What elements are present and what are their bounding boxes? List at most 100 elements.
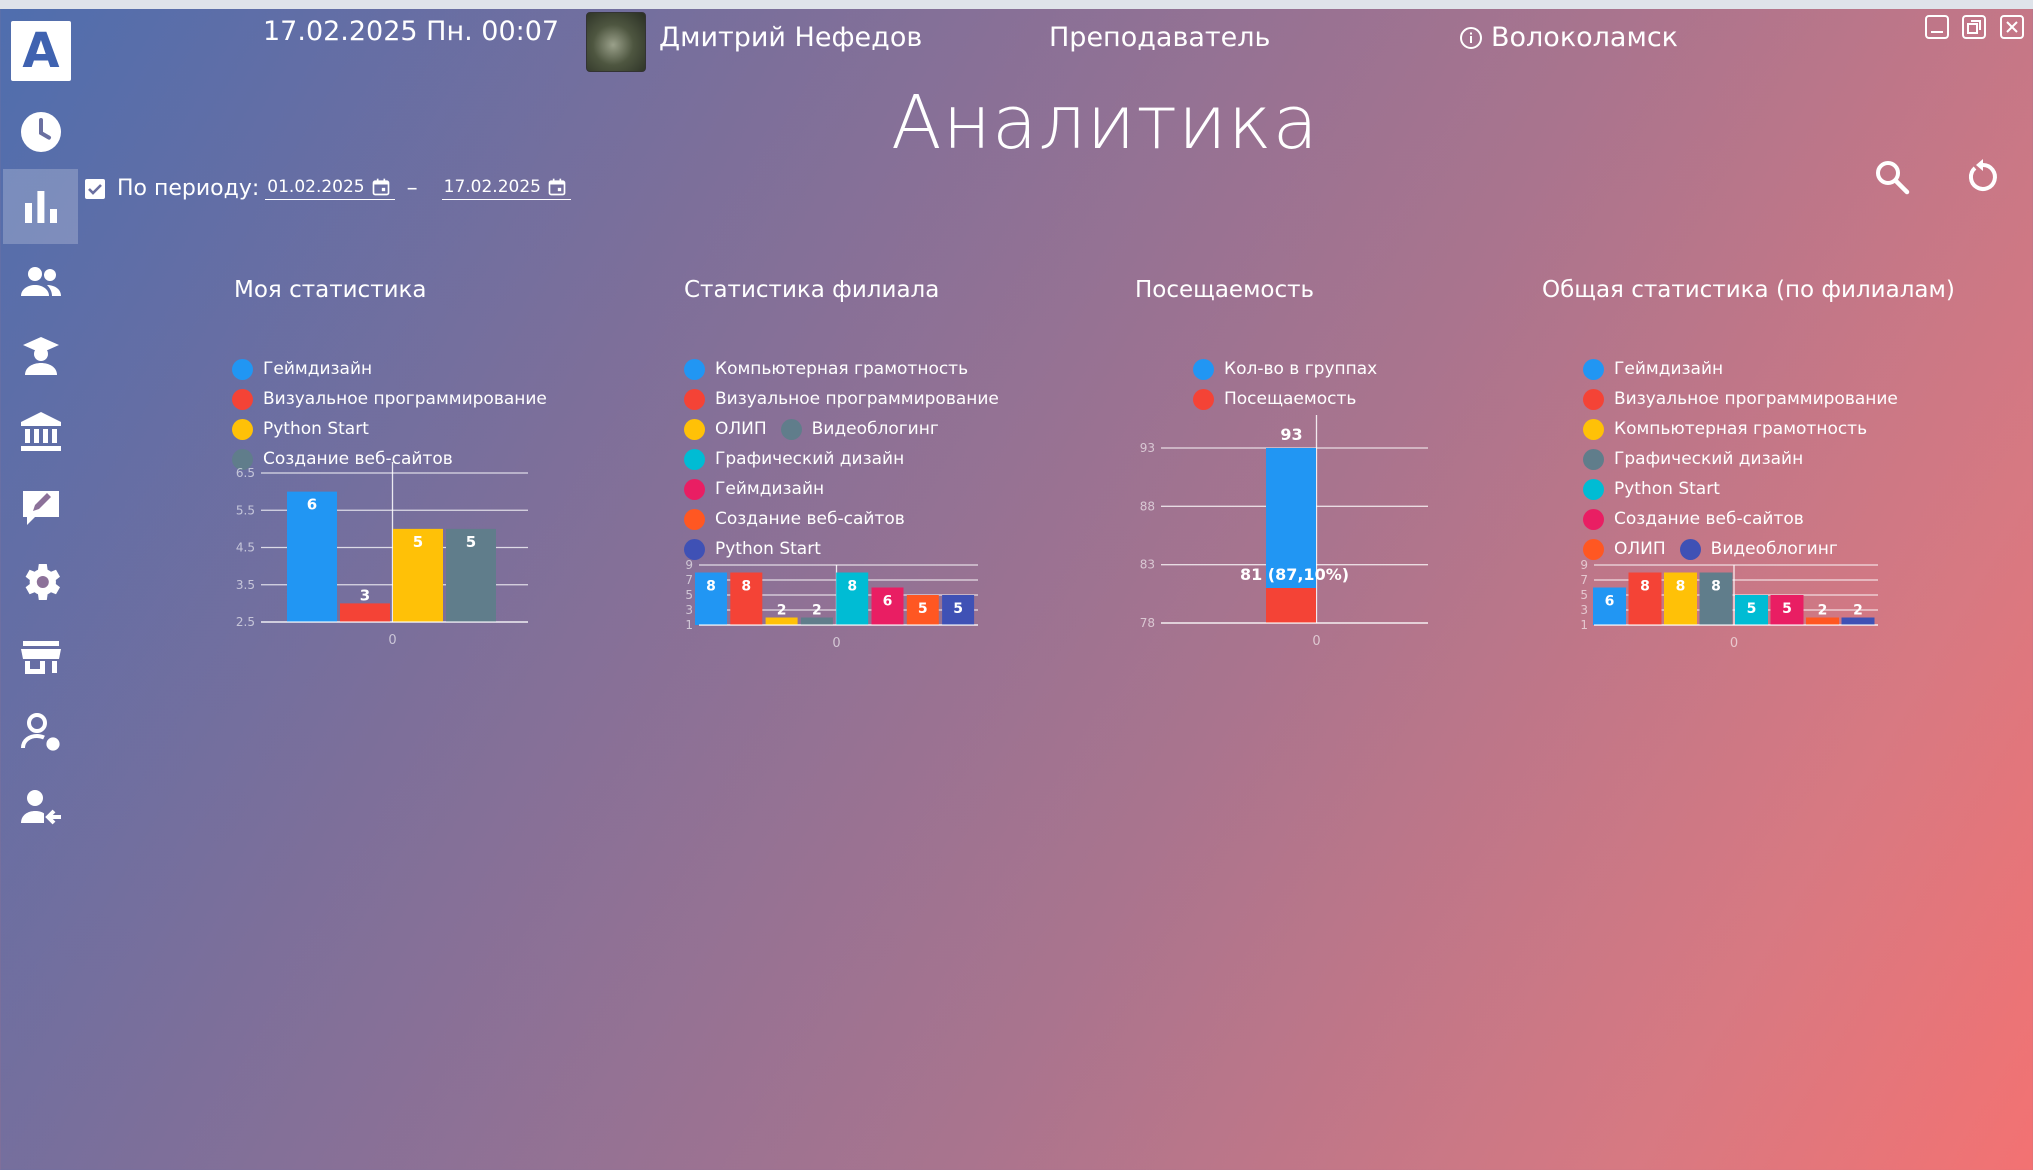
branch-selector[interactable]: Волоколамск xyxy=(1459,22,1678,53)
legend-label: Визуальное программирование xyxy=(263,389,547,409)
y-tick-label: 5 xyxy=(685,588,693,602)
legend-item[interactable]: Создание веб-сайтов xyxy=(682,504,999,534)
refresh-button[interactable] xyxy=(1963,157,2003,197)
y-tick-label: 5 xyxy=(1580,588,1588,602)
legend-item[interactable]: Визуальное программирование xyxy=(230,384,547,414)
user-name[interactable]: Дмитрий Нефедов xyxy=(659,22,922,53)
x-tick-label: 0 xyxy=(1312,634,1320,649)
bar xyxy=(765,617,798,625)
y-tick-label: 78 xyxy=(1140,616,1155,630)
legend-label: Графический дизайн xyxy=(715,449,905,469)
legend-swatch xyxy=(684,448,705,470)
gear-icon xyxy=(25,563,60,600)
legend-swatch xyxy=(232,358,253,380)
legend-item[interactable]: Кол-во в группах xyxy=(1191,354,1377,384)
bar-value-label: 6 xyxy=(1605,594,1615,610)
legend-branch-stats: Компьютерная грамотность Визуальное прог… xyxy=(682,354,999,564)
bar-value-label: 2 xyxy=(812,603,822,619)
y-tick-label: 1 xyxy=(1580,618,1588,632)
minimize-button[interactable] xyxy=(1924,14,1950,40)
legend-swatch xyxy=(684,418,705,440)
sidebar-item-students[interactable] xyxy=(3,319,78,394)
bar xyxy=(1266,588,1316,623)
avatar[interactable] xyxy=(586,12,646,72)
y-tick-label: 4.5 xyxy=(236,541,255,555)
sidebar-item-store[interactable] xyxy=(3,619,78,694)
info-icon xyxy=(1460,26,1482,49)
bar-value-label: 2 xyxy=(1853,603,1863,619)
legend-label: Создание веб-сайтов xyxy=(715,509,905,529)
calendar-icon[interactable] xyxy=(547,177,567,197)
datetime: 17.02.2025 Пн. 00:07 xyxy=(263,16,560,47)
date-from-field[interactable]: 01.02.2025 xyxy=(265,177,395,200)
sidebar-item-user-settings[interactable] xyxy=(3,694,78,769)
bar-value-label: 2 xyxy=(777,603,787,619)
y-tick-label: 2.5 xyxy=(236,615,255,629)
legend-item[interactable]: ОЛИП Видеоблогинг xyxy=(682,414,999,444)
legend-swatch xyxy=(1583,418,1604,440)
bar-value-label: 93 xyxy=(1280,425,1302,444)
legend-label: Графический дизайн xyxy=(1614,449,1804,469)
legend-item[interactable]: Графический дизайн xyxy=(682,444,999,474)
chart-overall-stats: 97531068 8 85 5 2 2 xyxy=(1580,558,1878,651)
sidebar-item-people[interactable] xyxy=(3,244,78,319)
legend-swatch xyxy=(1193,358,1214,380)
close-button[interactable] xyxy=(1999,14,2025,40)
restore-icon xyxy=(1962,15,1986,39)
legend-label: Создание веб-сайтов xyxy=(1614,509,1804,529)
sidebar-item-journal[interactable] xyxy=(3,469,78,544)
period-checkbox[interactable] xyxy=(85,178,105,199)
legend-item[interactable]: Геймдизайн xyxy=(1581,354,1898,384)
bar-value-label: 8 xyxy=(741,579,751,595)
y-tick-label: 9 xyxy=(685,558,693,572)
bar-value-label: 8 xyxy=(1676,579,1686,595)
sidebar-item-settings[interactable] xyxy=(3,544,78,619)
legend-item[interactable]: Посещаемость xyxy=(1191,384,1377,414)
sidebar-item-analytics[interactable] xyxy=(3,169,78,244)
legend-item[interactable]: Графический дизайн xyxy=(1581,444,1898,474)
y-tick-label: 6.5 xyxy=(236,466,255,480)
bar-value-label: 8 xyxy=(706,579,716,595)
legend-label: Геймдизайн xyxy=(263,359,373,379)
legend-item[interactable]: Компьютерная грамотность xyxy=(1581,414,1898,444)
sidebar-item-institutions[interactable] xyxy=(3,394,78,469)
y-tick-label: 5.5 xyxy=(236,503,255,517)
period-filter: По периоду: 01.02.2025 – 17.02.2025 xyxy=(85,176,571,201)
legend-label: Компьютерная грамотность xyxy=(1614,419,1868,439)
legend-item[interactable]: Python Start xyxy=(1581,474,1898,504)
restore-button[interactable] xyxy=(1961,14,1987,40)
chart-title-my-stats: Моя статистика xyxy=(234,277,427,303)
legend-item[interactable]: Компьютерная грамотность xyxy=(682,354,999,384)
legend-swatch xyxy=(684,358,705,380)
calendar-icon[interactable] xyxy=(371,177,391,197)
legend-item[interactable]: Геймдизайн xyxy=(230,354,547,384)
bar-value-label: 6 xyxy=(307,496,317,514)
app-logo[interactable]: A xyxy=(11,21,71,81)
graduate-icon xyxy=(22,336,59,375)
legend-item[interactable]: Визуальное программирование xyxy=(682,384,999,414)
user-settings-icon xyxy=(20,712,60,751)
y-tick-label: 3 xyxy=(685,603,693,617)
bar xyxy=(340,603,390,622)
legend-swatch xyxy=(1583,508,1604,530)
date-to-field[interactable]: 17.02.2025 xyxy=(441,177,571,200)
user-logout-icon xyxy=(20,789,61,824)
sidebar-item-logout[interactable] xyxy=(3,769,78,844)
refresh-icon xyxy=(1968,159,1997,191)
legend-swatch xyxy=(684,388,705,410)
legend-label: Python Start xyxy=(1614,479,1720,499)
legend-label: Посещаемость xyxy=(1224,389,1357,409)
bar xyxy=(800,617,833,625)
legend-label: Видеоблогинг xyxy=(811,419,939,439)
legend-item[interactable]: Визуальное программирование xyxy=(1581,384,1898,414)
date-to-value: 17.02.2025 xyxy=(443,177,541,197)
legend-label: Геймдизайн xyxy=(715,479,825,499)
legend-item[interactable]: Геймдизайн xyxy=(682,474,999,504)
bar-value-label: 6 xyxy=(883,594,893,610)
legend-label: Компьютерная грамотность xyxy=(715,359,969,379)
search-button[interactable] xyxy=(1872,157,1912,197)
bar-value-label: 8 xyxy=(1640,579,1650,595)
chart-title-branch-stats: Статистика филиала xyxy=(684,277,940,303)
legend-item[interactable]: Создание веб-сайтов xyxy=(1581,504,1898,534)
legend-item[interactable]: Python Start xyxy=(230,414,547,444)
